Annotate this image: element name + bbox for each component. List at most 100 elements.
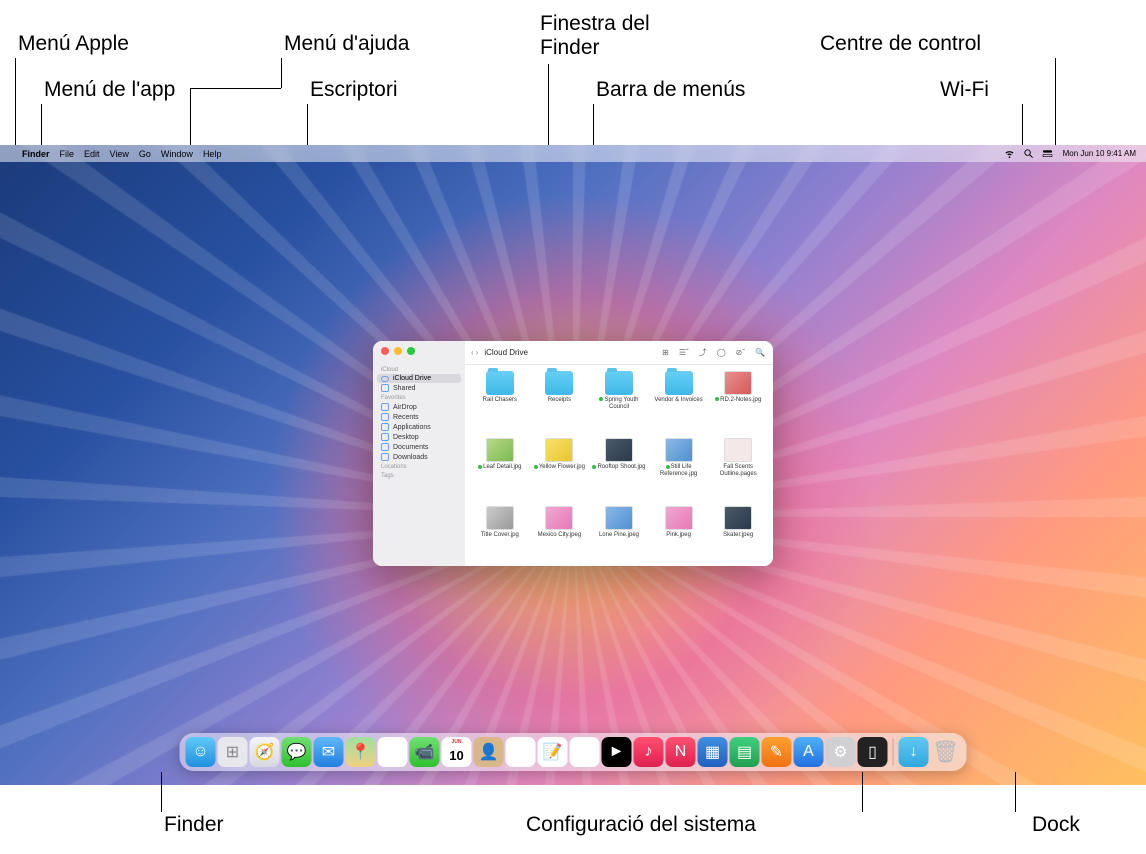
dock-finder[interactable]: ☺ bbox=[186, 737, 216, 767]
image-thumbnail bbox=[724, 371, 752, 395]
file-item[interactable]: Leaf Detail.jpg bbox=[473, 438, 527, 501]
file-item[interactable]: Rooftop Shoot.jpg bbox=[592, 438, 646, 501]
menu-file[interactable]: File bbox=[55, 149, 80, 159]
tag-button[interactable]: ◯ bbox=[715, 348, 728, 357]
callout-help-menu: Menú d'ajuda bbox=[284, 32, 409, 56]
back-button[interactable]: ‹ bbox=[471, 348, 474, 357]
finder-sidebar: iCloudiCloud DriveSharedFavoritesAirDrop… bbox=[373, 341, 465, 566]
image-thumbnail bbox=[724, 438, 752, 462]
menu-view[interactable]: View bbox=[105, 149, 134, 159]
dock-calendar[interactable]: JUN10 bbox=[442, 737, 472, 767]
dock-reminders[interactable]: ☰ bbox=[506, 737, 536, 767]
sidebar-item-documents[interactable]: Documents bbox=[373, 442, 465, 452]
sidebar-item-icloud-drive[interactable]: iCloud Drive bbox=[377, 374, 461, 383]
apps-icon bbox=[381, 423, 389, 431]
file-item[interactable]: Vendor & Invoices bbox=[652, 371, 706, 434]
menu-go[interactable]: Go bbox=[134, 149, 156, 159]
view-icons-button[interactable]: ⊞ bbox=[660, 348, 671, 357]
search-button[interactable]: 🔍 bbox=[753, 348, 767, 357]
sync-status-icon bbox=[715, 397, 719, 401]
menu-edit[interactable]: Edit bbox=[79, 149, 105, 159]
image-thumbnail bbox=[486, 438, 514, 462]
dock-music[interactable]: ♪ bbox=[634, 737, 664, 767]
sidebar-item-label: iCloud Drive bbox=[393, 375, 431, 382]
file-item[interactable]: Rail Chasers bbox=[473, 371, 527, 434]
folder-icon bbox=[486, 371, 514, 395]
finder-window[interactable]: iCloudiCloud DriveSharedFavoritesAirDrop… bbox=[373, 341, 773, 566]
minimize-button[interactable] bbox=[394, 347, 402, 355]
dock-system-settings[interactable]: ⚙ bbox=[826, 737, 856, 767]
dock-iphone-mirroring[interactable]: ▯ bbox=[858, 737, 888, 767]
file-label: Lone Pine.jpeg bbox=[599, 532, 639, 539]
group-button[interactable]: ☰ˇ bbox=[677, 348, 691, 357]
file-label: Title Cover.jpg bbox=[481, 532, 519, 539]
close-button[interactable] bbox=[381, 347, 389, 355]
window-controls bbox=[381, 347, 415, 355]
file-label: Rooftop Shoot.jpg bbox=[592, 464, 645, 471]
forward-button[interactable]: › bbox=[476, 348, 479, 357]
dock-messages[interactable]: 💬 bbox=[282, 737, 312, 767]
dock-pages[interactable]: ✎ bbox=[762, 737, 792, 767]
dock-numbers[interactable]: ▤ bbox=[730, 737, 760, 767]
sidebar-item-label: AirDrop bbox=[393, 404, 417, 411]
file-item[interactable]: Fall Scents Outline.pages bbox=[711, 438, 765, 501]
file-label: Pink.jpeg bbox=[666, 532, 691, 539]
dock-freeform[interactable]: 〰 bbox=[570, 737, 600, 767]
dock-notes[interactable]: 📝 bbox=[538, 737, 568, 767]
file-label: Mexico City.jpeg bbox=[538, 532, 582, 539]
file-item[interactable]: Still Life Reference.jpg bbox=[652, 438, 706, 501]
maximize-button[interactable] bbox=[407, 347, 415, 355]
file-item[interactable]: Mexico City.jpeg bbox=[533, 506, 587, 562]
callout-finder-window: Finestra del Finder bbox=[540, 12, 650, 60]
sidebar-item-shared[interactable]: Shared bbox=[373, 383, 465, 393]
sidebar-section-label: Tags bbox=[373, 471, 465, 480]
file-item[interactable]: Title Cover.jpg bbox=[473, 506, 527, 562]
wifi-icon[interactable] bbox=[1000, 148, 1019, 159]
desktop[interactable]: Finder File Edit View Go Window Help Mon… bbox=[0, 145, 1146, 785]
dock-safari[interactable]: 🧭 bbox=[250, 737, 280, 767]
sidebar-item-desktop[interactable]: Desktop bbox=[373, 432, 465, 442]
dock-keynote[interactable]: ▦ bbox=[698, 737, 728, 767]
control-center-icon[interactable] bbox=[1038, 148, 1057, 159]
callout-system-settings: Configuració del sistema bbox=[526, 813, 756, 837]
menu-bar: Finder File Edit View Go Window Help Mon… bbox=[0, 145, 1146, 162]
dock-downloads[interactable]: ↓ bbox=[899, 737, 929, 767]
file-item[interactable]: Receipts bbox=[533, 371, 587, 434]
menu-window[interactable]: Window bbox=[156, 149, 198, 159]
dock-news[interactable]: N bbox=[666, 737, 696, 767]
sidebar-item-applications[interactable]: Applications bbox=[373, 422, 465, 432]
file-item[interactable]: Pink.jpeg bbox=[652, 506, 706, 562]
sync-status-icon bbox=[534, 465, 538, 469]
file-item[interactable]: RD.2-Notes.jpg bbox=[711, 371, 765, 434]
finder-toolbar: ‹ › iCloud Drive ⊞ ☰ˇ ⤴ ◯ ⊘ˇ 🔍 bbox=[465, 341, 773, 365]
action-button[interactable]: ⊘ˇ bbox=[734, 348, 747, 357]
menubar-datetime[interactable]: Mon Jun 10 9:41 AM bbox=[1057, 149, 1140, 158]
file-item[interactable]: Yellow Flower.jpg bbox=[533, 438, 587, 501]
folder-icon bbox=[605, 371, 633, 395]
sidebar-item-recents[interactable]: Recents bbox=[373, 412, 465, 422]
dock-contacts[interactable]: 👤 bbox=[474, 737, 504, 767]
dock-photos[interactable]: ✿ bbox=[378, 737, 408, 767]
dock-trash[interactable]: 🗑 bbox=[931, 737, 961, 767]
dock: ☺⊞🧭💬✉📍✿📹JUN10👤☰📝〰►♪N▦▤✎A⚙▯ ↓🗑 bbox=[180, 733, 967, 771]
dock-mail[interactable]: ✉ bbox=[314, 737, 344, 767]
sidebar-item-label: Documents bbox=[393, 444, 428, 451]
sidebar-item-airdrop[interactable]: AirDrop bbox=[373, 402, 465, 412]
dock-tv[interactable]: ► bbox=[602, 737, 632, 767]
desktop-icon bbox=[381, 433, 389, 441]
dock-app-store[interactable]: A bbox=[794, 737, 824, 767]
file-item[interactable]: Skater.jpeg bbox=[711, 506, 765, 562]
app-menu[interactable]: Finder bbox=[17, 149, 55, 159]
sidebar-item-downloads[interactable]: Downloads bbox=[373, 452, 465, 462]
image-thumbnail bbox=[605, 506, 633, 530]
callout-menu-bar: Barra de menús bbox=[596, 78, 745, 102]
dock-launchpad[interactable]: ⊞ bbox=[218, 737, 248, 767]
file-item[interactable]: Spring Youth Council bbox=[592, 371, 646, 434]
menu-help[interactable]: Help bbox=[198, 149, 227, 159]
spotlight-icon[interactable] bbox=[1019, 148, 1038, 159]
image-thumbnail bbox=[486, 506, 514, 530]
dock-facetime[interactable]: 📹 bbox=[410, 737, 440, 767]
dock-maps[interactable]: 📍 bbox=[346, 737, 376, 767]
file-item[interactable]: Lone Pine.jpeg bbox=[592, 506, 646, 562]
share-button[interactable]: ⤴ bbox=[697, 347, 709, 358]
